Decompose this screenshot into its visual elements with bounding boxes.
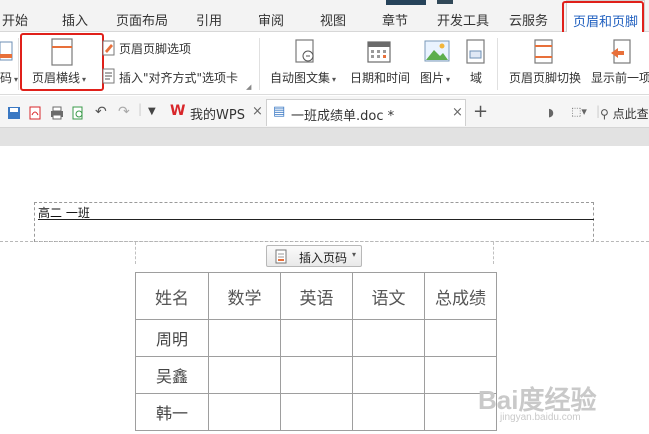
page-number-button-partial[interactable]: 码 ▾ <box>0 69 18 86</box>
column-header[interactable]: 姓名 <box>135 272 209 320</box>
customize-dropdown-icon[interactable]: ▼ <box>148 106 156 117</box>
table-header-row: 姓名 数学 英语 语文 总成绩 <box>135 272 497 320</box>
redo-icon[interactable]: ↷ <box>118 104 130 120</box>
page-number-icon <box>275 249 287 264</box>
switch-header-footer-button[interactable]: 页眉页脚切换 <box>509 69 581 86</box>
show-previous-icon <box>611 39 631 64</box>
show-previous-button[interactable]: 显示前一项 <box>591 69 649 86</box>
table-cell[interactable] <box>280 319 353 357</box>
tab-developer[interactable]: 开发工具 <box>437 10 489 29</box>
insert-align-tab-button[interactable]: 插入"对齐方式"选项卡 <box>119 69 238 86</box>
header-line-button[interactable]: 页眉横线 ▾ <box>32 69 86 86</box>
picture-icon <box>424 40 450 62</box>
auto-text-icon <box>295 39 314 63</box>
table-cell[interactable]: 韩一 <box>135 393 209 431</box>
chevron-down-icon: ▾ <box>352 250 357 259</box>
page-number-icon <box>0 41 13 61</box>
header-rule-line <box>38 219 594 220</box>
print-preview-icon[interactable] <box>71 106 85 120</box>
tab-references[interactable]: 引用 <box>196 10 222 29</box>
ribbon-separator <box>259 38 260 90</box>
doc-sync-icon[interactable]: ◗ <box>548 106 554 119</box>
auto-text-button[interactable]: 自动图文集 ▾ <box>270 69 336 86</box>
tab-view[interactable]: 视图 <box>320 10 346 29</box>
print-icon[interactable] <box>50 106 64 120</box>
title-decoration <box>437 0 453 4</box>
table-cell[interactable] <box>424 319 497 357</box>
margin-guide <box>493 242 494 264</box>
ribbon-separator <box>18 38 19 90</box>
column-header[interactable]: 数学 <box>208 272 281 320</box>
table-cell[interactable] <box>208 319 281 357</box>
table-cell[interactable] <box>352 393 425 431</box>
tab-my-wps[interactable]: W 我的WPS × <box>168 99 264 126</box>
column-header[interactable]: 英语 <box>280 272 353 320</box>
toolbar-divider: | <box>138 102 143 116</box>
table-cell[interactable] <box>208 356 281 394</box>
close-icon[interactable]: × <box>252 104 263 119</box>
close-icon[interactable]: × <box>452 105 463 120</box>
header-area[interactable] <box>34 202 594 242</box>
new-tab-icon[interactable]: + <box>473 101 488 122</box>
tab-chapter[interactable]: 章节 <box>382 10 408 29</box>
table-row: 吴鑫 <box>135 356 497 394</box>
watermark-url: jingyan.baidu.com <box>500 412 581 423</box>
tab-header-footer[interactable]: 页眉和页脚 <box>566 0 646 33</box>
table-cell[interactable]: 吴鑫 <box>135 356 209 394</box>
field-button[interactable]: 域 <box>470 69 482 86</box>
tab-home[interactable]: 开始 <box>2 10 28 29</box>
field-icon <box>466 39 485 64</box>
header-boundary <box>0 241 649 242</box>
picture-button[interactable]: 图片 ▾ <box>420 69 450 86</box>
search-icon: ⚲ <box>600 107 609 121</box>
tab-document[interactable]: ▤ 一班成绩单.doc * × <box>266 99 466 126</box>
margin-guide <box>135 242 136 264</box>
table-row: 周明 <box>135 319 497 357</box>
doc-file-icon: ▤ <box>273 104 286 119</box>
save-icon[interactable] <box>7 106 21 120</box>
export-pdf-icon[interactable] <box>28 106 42 120</box>
table-cell[interactable] <box>352 356 425 394</box>
table-row: 韩一 <box>135 393 497 431</box>
column-header[interactable]: 语文 <box>352 272 425 320</box>
table-cell[interactable] <box>280 393 353 431</box>
grades-table: 姓名 数学 英语 语文 总成绩 周明 吴鑫 韩一 <box>135 272 497 431</box>
tab-cloud[interactable]: 云服务 <box>509 10 548 29</box>
tab-review[interactable]: 审阅 <box>258 10 284 29</box>
insert-align-tab-icon <box>102 68 115 84</box>
header-footer-options-button[interactable]: 页眉页脚选项 <box>119 40 191 57</box>
document-background <box>0 128 649 146</box>
ribbon-separator <box>497 38 498 90</box>
switch-header-footer-icon <box>534 39 553 64</box>
undo-icon[interactable]: ↶ <box>95 104 107 120</box>
insert-page-number-button[interactable]: 插入页码 ▾ <box>266 245 362 267</box>
table-cell[interactable] <box>208 393 281 431</box>
table-cell[interactable] <box>280 356 353 394</box>
table-cell[interactable]: 周明 <box>135 319 209 357</box>
date-time-button[interactable]: 日期和时间 <box>350 69 410 86</box>
column-header[interactable]: 总成绩 <box>424 272 497 320</box>
header-line-icon <box>51 38 73 66</box>
search-box[interactable]: ⚲ 点此查 <box>600 105 649 122</box>
feedback-icon[interactable]: ⬚▾ <box>571 105 587 118</box>
tab-insert[interactable]: 插入 <box>62 10 88 29</box>
dialog-launcher-icon[interactable]: ◢ <box>246 83 251 91</box>
wps-logo-icon: W <box>170 103 186 119</box>
table-cell[interactable] <box>352 319 425 357</box>
calendar-icon <box>367 41 391 63</box>
tab-page-layout[interactable]: 页面布局 <box>116 10 168 29</box>
header-footer-options-icon <box>102 40 115 56</box>
title-decoration <box>386 0 426 5</box>
